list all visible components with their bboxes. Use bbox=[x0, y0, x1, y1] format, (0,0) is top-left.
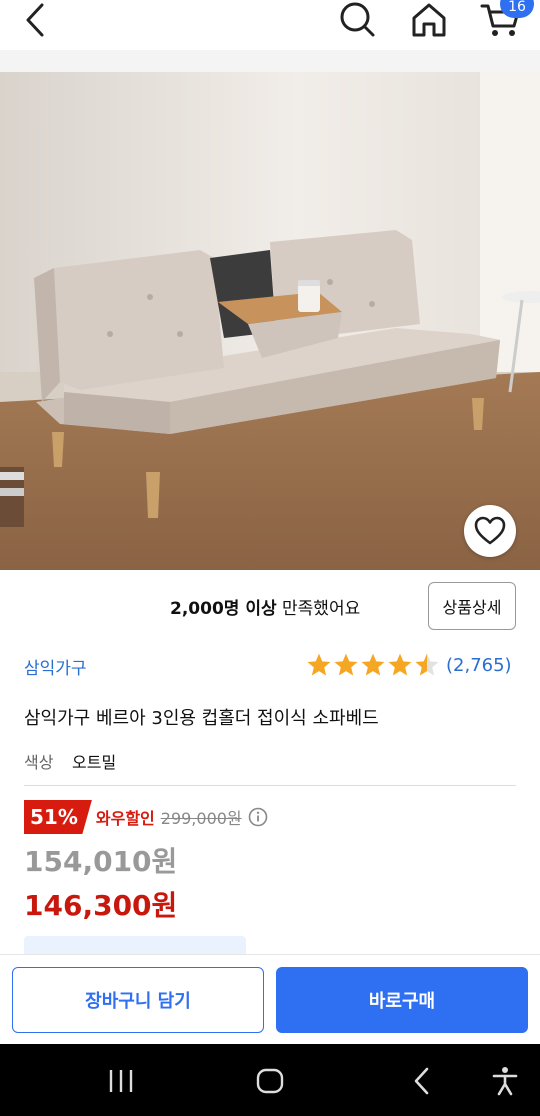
satisfaction-text: 2,000명 이상 만족했어요 bbox=[170, 594, 360, 619]
recent-apps-icon[interactable] bbox=[104, 1064, 138, 1098]
wow-price: 146,300원 bbox=[24, 889, 178, 922]
product-detail-button[interactable]: 상품상세 bbox=[428, 582, 516, 630]
satisfaction-count: 2,000명 이상 bbox=[170, 599, 277, 619]
wow-discount-label: 와우할인 bbox=[95, 809, 155, 828]
header-divider bbox=[0, 50, 540, 72]
home-circle-icon[interactable] bbox=[253, 1064, 287, 1098]
star-rating bbox=[306, 652, 440, 678]
satisfaction-row: 2,000명 이상 만족했어요 상품상세 bbox=[0, 580, 540, 632]
chevron-left-icon[interactable] bbox=[18, 2, 52, 38]
star-half-icon bbox=[415, 653, 439, 676]
rating-summary[interactable]: (2,765) bbox=[306, 652, 512, 678]
star-full-icon bbox=[361, 653, 385, 676]
color-option-value[interactable]: 오트밀 bbox=[72, 749, 116, 773]
product-title: 삼익가구 베르아 3인용 컵홀더 접이식 소파베드 bbox=[24, 708, 379, 729]
sale-price: 154,010원 bbox=[24, 845, 178, 878]
discount-badge: 51% bbox=[24, 800, 92, 834]
back-icon[interactable] bbox=[405, 1064, 439, 1098]
system-navigation-bar bbox=[0, 1044, 540, 1116]
heart-icon bbox=[474, 516, 506, 545]
info-icon[interactable] bbox=[248, 807, 268, 827]
home-icon[interactable] bbox=[408, 0, 450, 40]
accessibility-icon[interactable] bbox=[488, 1064, 522, 1098]
color-option-label: 색상 bbox=[24, 753, 54, 772]
star-full-icon bbox=[388, 653, 412, 676]
buy-now-button[interactable]: 바로구매 bbox=[276, 967, 528, 1033]
original-price: 299,000원 bbox=[160, 809, 242, 828]
brand-link[interactable]: 삼익가구 bbox=[24, 654, 87, 679]
star-full-icon bbox=[334, 653, 358, 676]
add-to-cart-button[interactable]: 장바구니 담기 bbox=[12, 967, 264, 1033]
satisfaction-suffix: 만족했어요 bbox=[276, 599, 361, 619]
bottom-action-bar: 장바구니 담기 바로구매 bbox=[0, 954, 540, 1044]
wishlist-heart-button[interactable] bbox=[464, 505, 516, 557]
top-app-bar: 16 bbox=[0, 0, 540, 50]
divider bbox=[24, 785, 516, 786]
discount-row: 51% 와우할인 299,000원 bbox=[24, 800, 268, 834]
review-count: (2,765) bbox=[446, 654, 512, 676]
cart-count-badge: 16 bbox=[500, 0, 534, 18]
star-full-icon bbox=[307, 653, 331, 676]
coupon-banner-peek bbox=[24, 936, 246, 956]
search-icon[interactable] bbox=[336, 0, 378, 40]
product-image[interactable] bbox=[0, 72, 540, 570]
